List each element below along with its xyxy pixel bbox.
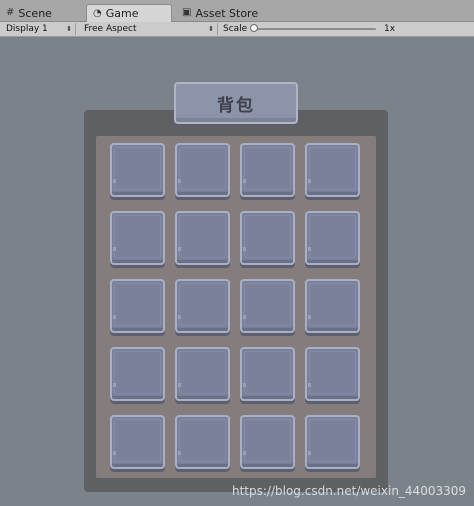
tab-asset-store-label: Asset Store: [195, 6, 259, 20]
inventory-slot[interactable]: [110, 279, 165, 333]
inventory-slot[interactable]: [305, 279, 360, 333]
tab-scene[interactable]: # Scene: [0, 4, 78, 22]
inventory-slot[interactable]: [175, 415, 230, 469]
inventory-slot[interactable]: [240, 415, 295, 469]
bag-title: 背包: [217, 95, 255, 116]
dropdown-arrows-icon: ⬍: [208, 25, 214, 33]
inventory-slot[interactable]: [240, 347, 295, 401]
inventory-slot[interactable]: [110, 415, 165, 469]
dropdown-arrows-icon: ⬍: [66, 25, 72, 33]
aspect-dropdown[interactable]: Free Aspect ⬍: [80, 23, 218, 35]
tab-asset-store[interactable]: ▣ Asset Store: [176, 4, 276, 22]
inventory-slot[interactable]: [175, 143, 230, 197]
inventory-slot[interactable]: [240, 143, 295, 197]
watermark: https://blog.csdn.net/weixin_44003309: [231, 484, 466, 498]
inventory-slot[interactable]: [305, 415, 360, 469]
scale-slider-thumb[interactable]: [250, 24, 258, 32]
shopping-bag-icon: ▣: [182, 7, 192, 18]
game-toolbar: Display 1 ⬍ Free Aspect ⬍ Scale 1x: [0, 22, 474, 37]
tab-game-label: Game: [105, 7, 139, 20]
inventory-slot[interactable]: [110, 347, 165, 401]
aspect-dropdown-value: Free Aspect: [84, 24, 137, 34]
inventory-slot[interactable]: [240, 279, 295, 333]
tab-game[interactable]: ◔ Game: [86, 4, 172, 22]
tab-scene-label: Scene: [18, 6, 52, 20]
inventory-slot[interactable]: [175, 347, 230, 401]
inventory-slot[interactable]: [110, 211, 165, 265]
inventory-slot[interactable]: [175, 211, 230, 265]
inventory-slot[interactable]: [305, 143, 360, 197]
inventory-slot[interactable]: [240, 211, 295, 265]
display-dropdown-value: Display 1: [6, 24, 48, 34]
hash-grid-icon: #: [6, 7, 15, 18]
inventory-slot[interactable]: [175, 279, 230, 333]
inventory-slot[interactable]: [305, 211, 360, 265]
tab-bar: # Scene ◔ Game ▣ Asset Store: [0, 0, 474, 22]
scale-value: 1x: [384, 24, 396, 34]
pacman-icon: ◔: [93, 7, 102, 19]
inventory-slot[interactable]: [305, 347, 360, 401]
scale-slider-track[interactable]: [254, 28, 376, 30]
scale-label: Scale: [223, 24, 248, 34]
inventory-slot[interactable]: [110, 143, 165, 197]
display-dropdown[interactable]: Display 1 ⬍: [2, 23, 76, 35]
bag-title-plate: 背包: [174, 82, 298, 124]
